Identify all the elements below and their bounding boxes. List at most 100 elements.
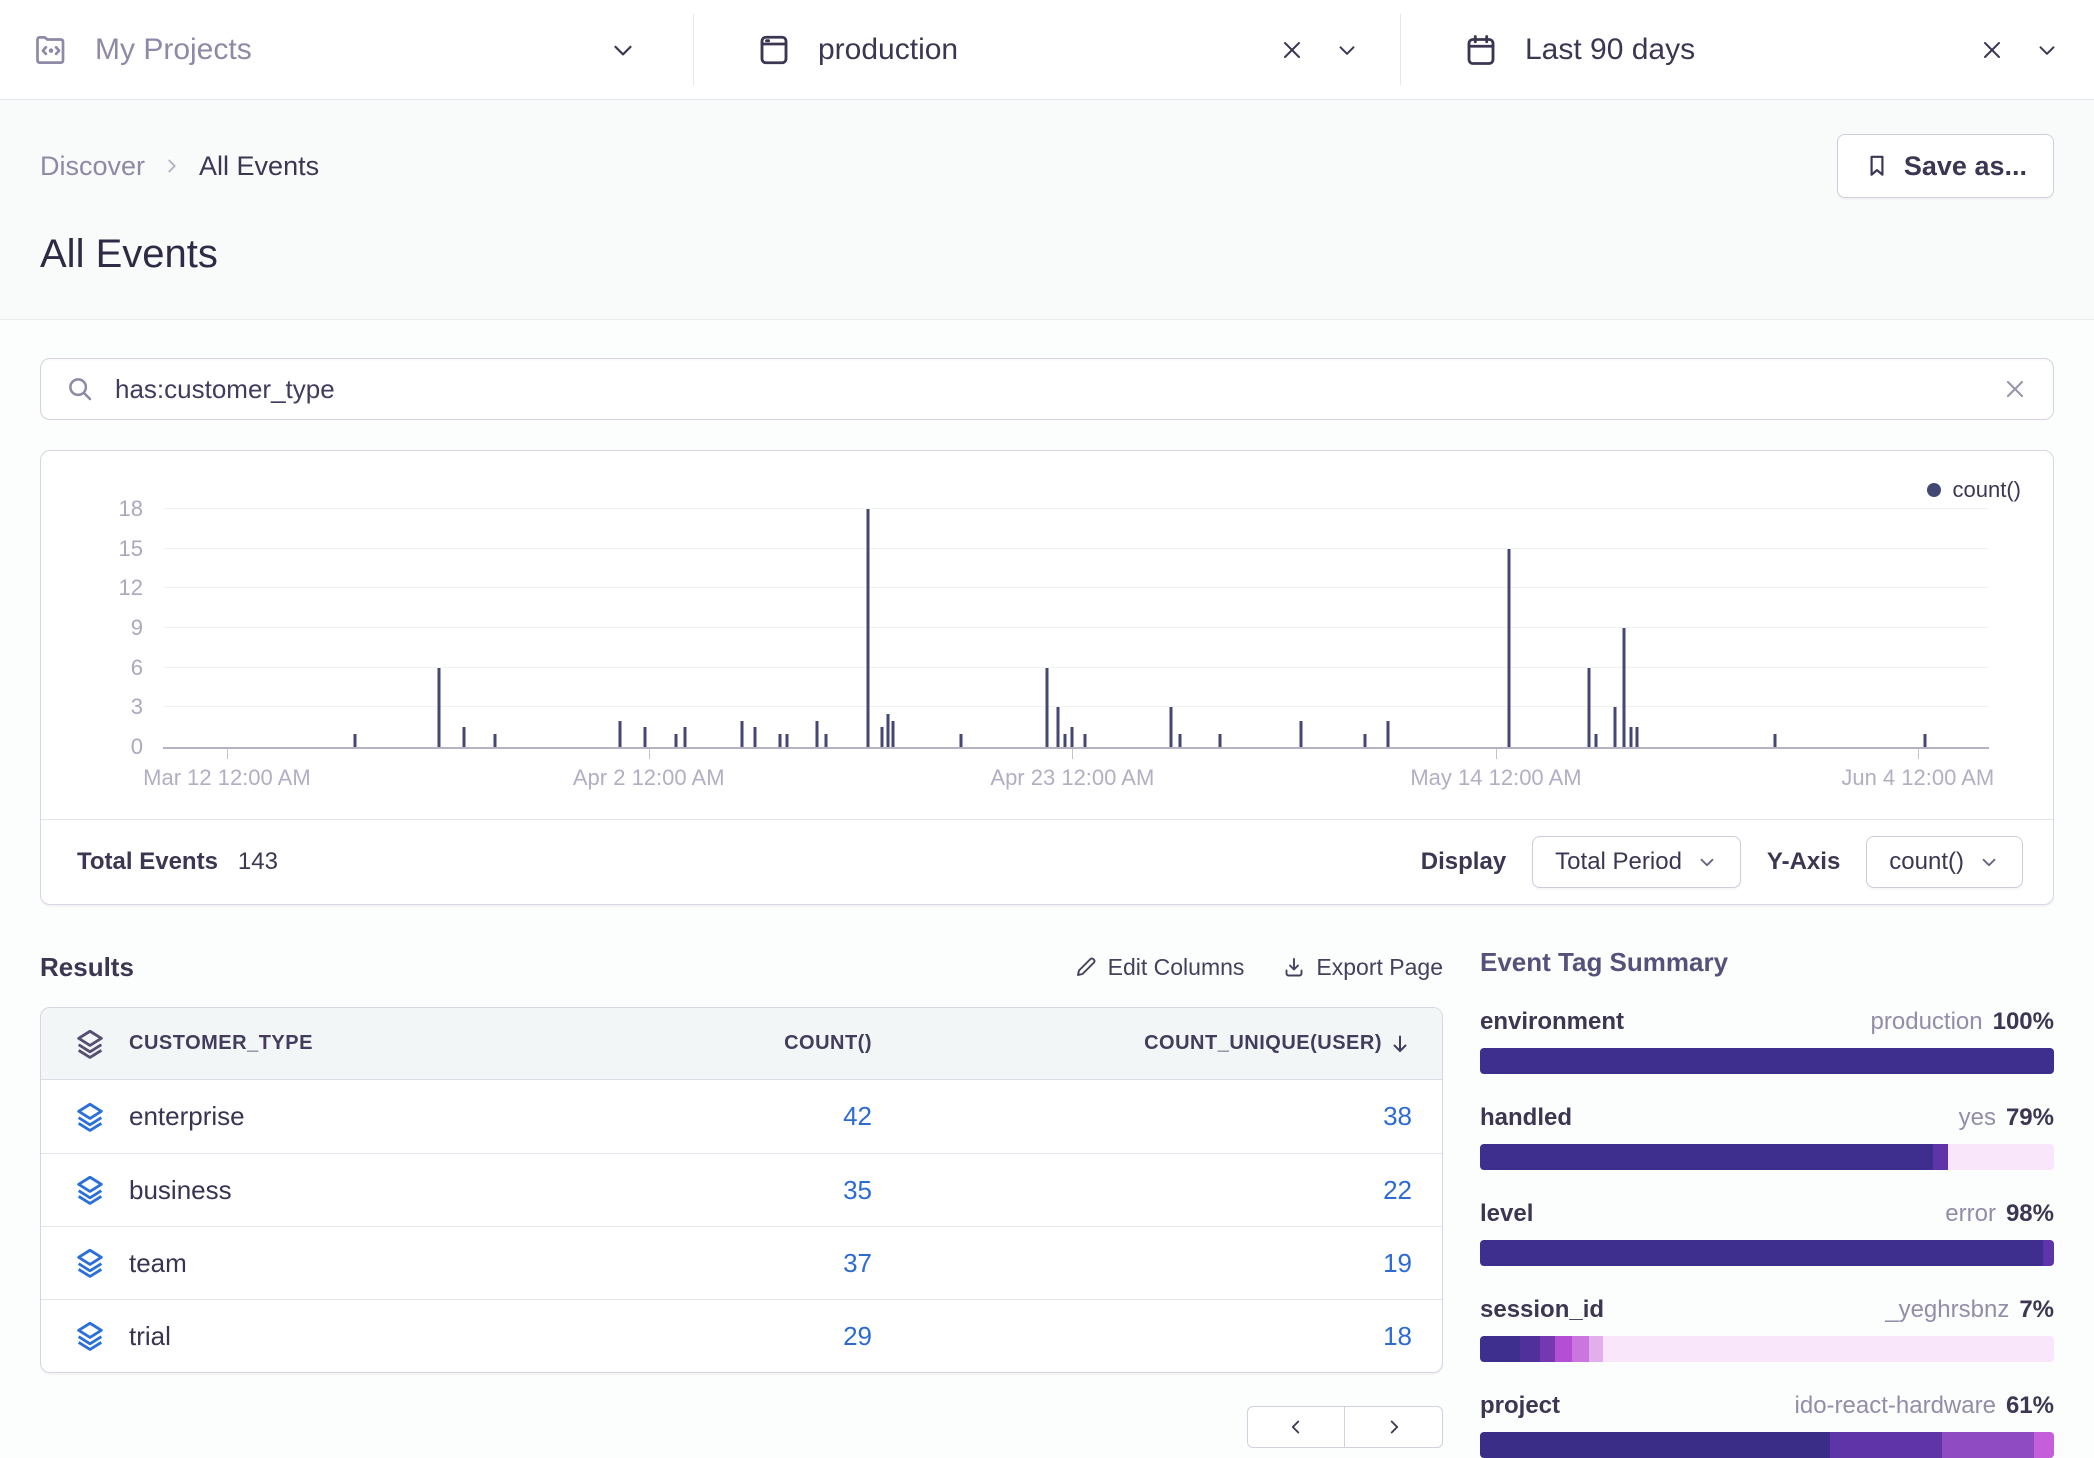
chart-spike [786, 734, 789, 747]
chart-gridline [163, 548, 1989, 549]
chart-spike [779, 734, 782, 747]
chart-spike [1507, 549, 1510, 747]
results-table: CUSTOMER_TYPE COUNT() COUNT_UNIQUE(USER)… [40, 1007, 1443, 1373]
export-page-label: Export Page [1316, 954, 1443, 981]
breadcrumb-all-events: All Events [199, 151, 319, 182]
bookmark-icon [1864, 153, 1890, 179]
chart-spike [866, 509, 869, 747]
chart-y-tick-label: 18 [63, 496, 143, 522]
column-header-customer-type[interactable]: CUSTOMER_TYPE [111, 1032, 652, 1055]
search-clear-icon[interactable] [2001, 375, 2029, 403]
edit-columns-button[interactable]: Edit Columns [1074, 954, 1245, 981]
page-header: Discover All Events Save as... All Event… [0, 100, 2094, 320]
chart-spike [1084, 734, 1087, 747]
chart-x-tick-label: Apr 2 12:00 AM [573, 765, 725, 791]
results-heading: Results [40, 952, 134, 983]
pagination-next-button[interactable] [1345, 1406, 1443, 1448]
yaxis-dropdown[interactable]: count() [1866, 836, 2023, 888]
chart-spike [1635, 727, 1638, 747]
search-bar[interactable]: has:customer_type [40, 358, 2054, 420]
chevron-down-icon[interactable] [2034, 37, 2060, 63]
page-title: All Events [40, 232, 2054, 277]
tag-distribution-bar[interactable] [1480, 1336, 2054, 1362]
chart-x-tick [1072, 749, 1073, 759]
total-events-value: 143 [238, 848, 278, 876]
projects-folder-icon [33, 32, 69, 68]
column-header-count[interactable]: COUNT() [784, 1032, 872, 1055]
cell-count-unique-user-link[interactable]: 19 [902, 1248, 1442, 1279]
cell-count-link[interactable]: 42 [652, 1101, 902, 1132]
cell-count-link[interactable]: 35 [652, 1175, 902, 1206]
project-selector-label: My Projects [95, 33, 252, 67]
chart-spike [815, 721, 818, 747]
clear-environment-icon[interactable] [1278, 36, 1306, 64]
tag-label-line: environmentproduction100% [1480, 1008, 2054, 1036]
tag-summary-row: session_id_yeghrsbnz7% [1480, 1296, 2054, 1362]
chart-gridline [163, 587, 1989, 588]
cell-count-unique-user-link[interactable]: 18 [902, 1321, 1442, 1352]
tag-label-line: levelerror98% [1480, 1200, 2054, 1228]
stack-icon [41, 1319, 111, 1353]
pagination-prev-button[interactable] [1247, 1406, 1345, 1448]
column-header-count-unique-user[interactable]: COUNT_UNIQUE(USER) [1144, 1032, 1382, 1055]
chart-spike [824, 734, 827, 747]
chart-x-tick-label: Apr 23 12:00 AM [990, 765, 1154, 791]
chevron-down-icon[interactable] [1334, 37, 1360, 63]
date-range-selector[interactable]: Last 90 days [1401, 0, 2094, 99]
environment-selector[interactable]: production [694, 0, 1400, 99]
tag-value: production [1871, 1008, 1983, 1036]
tag-bar-segment [1540, 1336, 1554, 1362]
chart-spike [1613, 707, 1616, 747]
tag-distribution-bar[interactable] [1480, 1240, 2054, 1266]
tag-distribution-bar[interactable] [1480, 1048, 2054, 1074]
tag-value: error [1945, 1200, 1996, 1228]
tag-distribution-bar[interactable] [1480, 1144, 2054, 1170]
tag-label-line: handledyes79% [1480, 1104, 2054, 1132]
tag-label-line: session_id_yeghrsbnz7% [1480, 1296, 2054, 1324]
tag-summary-row: levelerror98% [1480, 1200, 2054, 1266]
chart-spike [886, 714, 889, 747]
yaxis-label: Y-Axis [1767, 848, 1840, 876]
search-input[interactable]: has:customer_type [115, 374, 1981, 405]
save-as-label: Save as... [1904, 151, 2027, 182]
breadcrumb-discover[interactable]: Discover [40, 151, 145, 182]
chart-y-tick-label: 0 [63, 734, 143, 760]
cell-customer-type: business [111, 1175, 652, 1206]
chart-spike [881, 727, 884, 747]
cell-customer-type: trial [111, 1321, 652, 1352]
global-filter-bar: My Projects production [0, 0, 2094, 100]
stack-icon [41, 1027, 111, 1061]
cell-count-link[interactable]: 29 [652, 1321, 902, 1352]
date-range-label: Last 90 days [1525, 33, 1695, 67]
chart-spike [740, 721, 743, 747]
chart-x-tick-label: Jun 4 12:00 AM [1841, 765, 1994, 791]
events-time-chart[interactable]: 0369121518 [163, 509, 1989, 749]
yaxis-dropdown-value: count() [1889, 848, 1964, 876]
tag-bar-segment [1572, 1336, 1589, 1362]
chevron-down-icon[interactable] [608, 35, 638, 65]
tag-distribution-bar[interactable] [1480, 1432, 2054, 1458]
clear-date-icon[interactable] [1978, 36, 2006, 64]
tag-bar-segment [1948, 1144, 2054, 1170]
window-icon [756, 32, 792, 68]
tag-bar-segment [1480, 1144, 1933, 1170]
export-page-button[interactable]: Export Page [1282, 954, 1443, 981]
tag-bar-segment [1830, 1432, 1942, 1458]
chart-spike [1774, 734, 1777, 747]
tag-top-value: _yeghrsbnz7% [1885, 1296, 2054, 1324]
tag-bar-segment [1480, 1432, 1830, 1458]
display-dropdown[interactable]: Total Period [1532, 836, 1741, 888]
chart-spike [1363, 734, 1366, 747]
project-selector[interactable]: My Projects [0, 0, 693, 99]
table-header-row: CUSTOMER_TYPE COUNT() COUNT_UNIQUE(USER) [41, 1008, 1442, 1080]
chart-spike [1045, 668, 1048, 747]
tag-bar-segment [1480, 1048, 2054, 1074]
cell-count-unique-user-link[interactable]: 38 [902, 1101, 1442, 1132]
tag-bar-segment [2034, 1432, 2054, 1458]
tag-percentage: 98% [2006, 1200, 2054, 1228]
cell-count-unique-user-link[interactable]: 22 [902, 1175, 1442, 1206]
cell-customer-type: enterprise [111, 1101, 652, 1132]
cell-count-link[interactable]: 37 [652, 1248, 902, 1279]
tag-percentage: 79% [2006, 1104, 2054, 1132]
save-as-button[interactable]: Save as... [1837, 134, 2054, 198]
